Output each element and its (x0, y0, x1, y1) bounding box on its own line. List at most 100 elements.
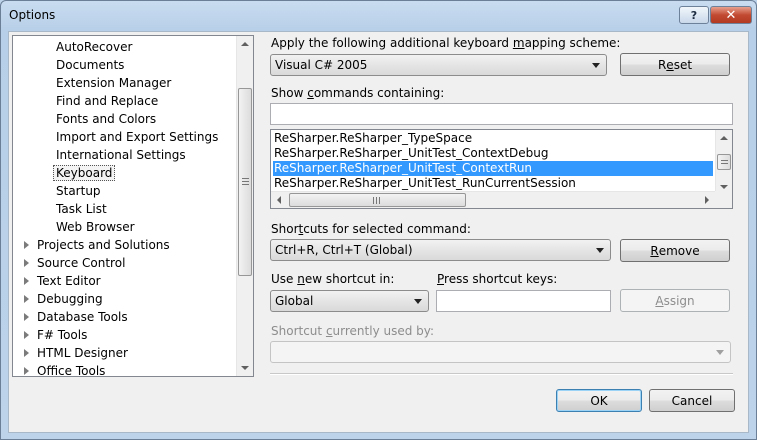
tree-item-label: HTML Designer (37, 346, 128, 360)
tree-item[interactable]: Find and Replace (56, 92, 158, 110)
expand-arrow-icon[interactable] (24, 295, 29, 303)
grip-line (721, 160, 728, 161)
expand-arrow-icon[interactable] (24, 313, 29, 321)
tree-item-label: Database Tools (37, 310, 128, 324)
close-button[interactable]: ✕ (710, 6, 752, 24)
commands-scroll-thumb[interactable] (717, 154, 731, 170)
press-shortcut-keys-label: Press shortcut keys: (437, 272, 558, 286)
scroll-up-arrow-icon[interactable] (720, 136, 728, 140)
tree-item-label: Debugging (37, 292, 103, 306)
tree-item-label: Documents (56, 58, 125, 72)
tree-item-label: Text Editor (37, 274, 101, 288)
commands-filter-input[interactable] (270, 103, 733, 125)
tree-item-label: Find and Replace (56, 94, 159, 108)
tree-item[interactable]: Database Tools (24, 308, 128, 326)
options-tree[interactable]: AutoRecover Documents Extension Manager Fin… (12, 35, 254, 377)
shortcuts-label: Shortcuts for selected command: (271, 222, 471, 236)
window-title: Options (9, 8, 56, 22)
dialog-client: AutoRecover Documents Extension Manager Fin… (8, 31, 749, 433)
expand-arrow-icon[interactable] (24, 259, 29, 267)
shortcuts-value: Ctrl+R, Ctrl+T (Global) (275, 243, 413, 257)
expand-arrow-icon[interactable] (24, 367, 29, 375)
tree-scroll-thumb[interactable] (238, 88, 252, 276)
grip-line (373, 197, 374, 204)
tree-item[interactable]: Task List (56, 200, 107, 218)
tree-vertical-scrollbar[interactable] (236, 36, 253, 376)
tree-item-label: Keyboard (53, 165, 116, 181)
tree-item-label: F# Tools (37, 328, 88, 342)
tree-item-label: Web Browser (56, 220, 135, 234)
command-item[interactable]: ReSharper.ReSharper_TypeSpace (273, 131, 713, 146)
expand-arrow-icon[interactable] (24, 241, 29, 249)
grip-line (242, 184, 249, 185)
scrollbar-corner (715, 191, 732, 208)
press-shortcut-keys-input[interactable] (436, 290, 611, 312)
tree-item-label: Extension Manager (56, 76, 172, 90)
cancel-button[interactable]: Cancel (649, 389, 735, 412)
tree-item[interactable]: Source Control (24, 254, 126, 272)
mapping-scheme-combo[interactable]: Visual C# 2005 (270, 54, 607, 76)
tree-item[interactable]: Startup (56, 182, 101, 200)
help-icon: ? (690, 8, 698, 22)
scroll-down-arrow-icon[interactable] (241, 366, 249, 370)
scroll-up-arrow-icon[interactable] (241, 42, 249, 46)
tree-item[interactable]: Import and Export Settings (56, 128, 218, 146)
grip-line (379, 197, 380, 204)
shortcut-used-by-combo[interactable] (270, 341, 731, 363)
separator (270, 373, 733, 375)
tree-item[interactable]: Fonts and Colors (56, 110, 156, 128)
command-item[interactable]: ReSharper.ReSharper_UnitTest_ContextDebu… (273, 146, 713, 161)
tree-item[interactable]: Documents (56, 56, 124, 74)
use-new-shortcut-label: Use new shortcut in: (271, 272, 395, 286)
chevron-down-icon (592, 63, 600, 68)
expand-arrow-icon[interactable] (24, 349, 29, 357)
reset-button[interactable]: Re set (620, 53, 730, 76)
tree-item-label: Projects and Solutions (37, 238, 170, 252)
tree-item[interactable]: Web Browser (56, 218, 135, 236)
tree-item[interactable]: Keyboard (53, 164, 116, 182)
grip-line (242, 181, 249, 182)
remove-button[interactable]: Remove (620, 239, 730, 262)
mapping-scheme-label: Apply the following additional keyboard … (271, 36, 621, 50)
expand-arrow-icon[interactable] (24, 277, 29, 285)
commands-vertical-scrollbar[interactable] (715, 130, 732, 193)
help-button[interactable]: ? (679, 6, 709, 24)
tree-item[interactable]: Debugging (24, 290, 103, 308)
title-bar[interactable]: Options ? ✕ (1, 1, 756, 31)
tree-item[interactable]: Office Tools (24, 362, 106, 377)
mapping-scheme-value: Visual C# 2005 (275, 58, 368, 72)
commands-list[interactable]: ReSharper.ReSharper_TypeSpace ReSharper.R… (270, 129, 733, 209)
grip-line (376, 197, 377, 204)
tree-item-label: Source Control (37, 256, 126, 270)
scroll-down-arrow-icon[interactable] (720, 185, 728, 189)
commands-horizontal-scrollbar[interactable] (271, 191, 715, 208)
commands-hscroll-thumb[interactable] (289, 193, 466, 207)
grip-line (242, 178, 249, 179)
tree-item-label: Import and Export Settings (56, 130, 219, 144)
command-item[interactable]: ReSharper.ReSharper_UnitTest_ContextRun (273, 161, 713, 176)
expand-arrow-icon[interactable] (24, 331, 29, 339)
shortcuts-combo[interactable]: Ctrl+R, Ctrl+T (Global) (270, 239, 611, 261)
tree-item-label: Office Tools (37, 364, 106, 377)
tree-item[interactable]: Extension Manager (56, 74, 171, 92)
tree-item[interactable]: AutoRecover (56, 38, 132, 56)
chevron-down-icon (716, 350, 724, 355)
chevron-down-icon (414, 299, 422, 304)
tree-item[interactable]: F# Tools (24, 326, 88, 344)
scroll-left-arrow-icon[interactable] (277, 196, 281, 204)
tree-item-label: Fonts and Colors (56, 112, 157, 126)
use-new-shortcut-combo[interactable]: Global (270, 290, 429, 312)
assign-button[interactable]: Assign (620, 289, 730, 312)
tree-item[interactable]: Text Editor (24, 272, 101, 290)
ok-button[interactable]: OK (556, 389, 642, 412)
chevron-down-icon (596, 248, 604, 253)
tree-item[interactable]: HTML Designer (24, 344, 128, 362)
grip-line (721, 163, 728, 164)
tree-item[interactable]: International Settings (56, 146, 186, 164)
tree-item-label: Task List (56, 202, 107, 216)
tree-item[interactable]: Projects and Solutions (24, 236, 170, 254)
shortcut-used-by-label: Shortcut currently used by: (271, 324, 435, 338)
close-icon: ✕ (725, 7, 737, 23)
scroll-right-arrow-icon[interactable] (705, 196, 709, 204)
command-item[interactable]: ReSharper.ReSharper_UnitTest_RunCurrentS… (273, 176, 713, 191)
